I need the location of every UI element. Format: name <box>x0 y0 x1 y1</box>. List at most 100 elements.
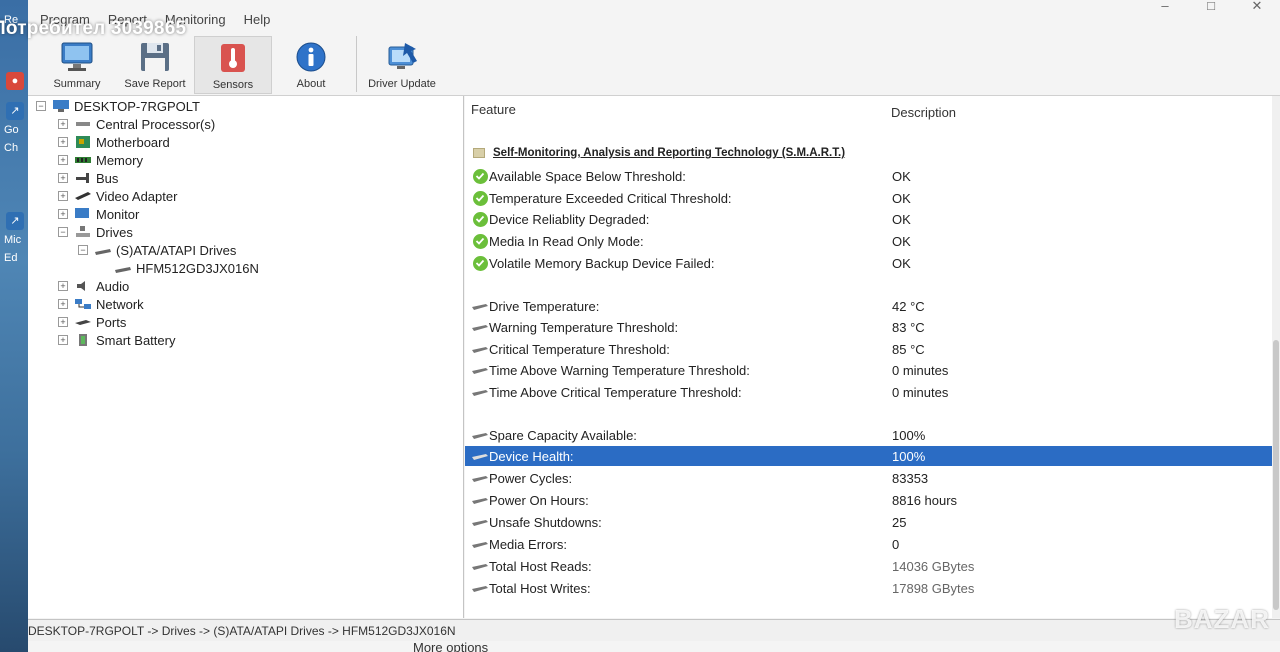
shortcut-arrow-icon[interactable]: ↗ <box>6 102 24 120</box>
tree-item-ports[interactable]: + Ports <box>58 313 126 331</box>
about-button[interactable]: About <box>272 36 350 94</box>
chrome-icon[interactable]: ● <box>6 72 24 90</box>
cpu-icon <box>74 118 92 130</box>
tree-item-smart-battery[interactable]: + Smart Battery <box>58 331 175 349</box>
tree-root[interactable]: − DESKTOP-7RGPOLT <box>36 97 200 115</box>
collapse-icon[interactable]: − <box>78 245 88 255</box>
smart-row[interactable]: Spare Capacity Available: 100% <box>465 425 1273 445</box>
smart-row[interactable]: Warning Temperature Threshold: 83 °C <box>465 317 1273 337</box>
smart-row[interactable]: Total Host Writes: 17898 GBytes <box>465 578 1273 598</box>
drive-icon <box>472 519 488 526</box>
drives-icon <box>74 226 92 238</box>
smart-row-selected[interactable]: Device Health: 100% <box>465 446 1273 466</box>
feature-value: 8816 hours <box>892 492 958 508</box>
tree-item-video-adapter[interactable]: + Video Adapter <box>58 187 177 205</box>
expand-icon[interactable]: + <box>58 317 68 327</box>
expand-icon[interactable]: + <box>58 173 68 183</box>
tree-item-motherboard[interactable]: + Motherboard <box>58 133 170 151</box>
tree-item-label: Audio <box>96 278 130 294</box>
smart-row[interactable]: Total Host Reads: 14036 GBytes <box>465 556 1273 576</box>
summary-button[interactable]: Summary <box>38 36 116 94</box>
feature-value: 17898 GBytes <box>892 580 975 596</box>
smart-row[interactable]: Power On Hours: 8816 hours <box>465 490 1273 510</box>
tree-item-memory[interactable]: + Memory <box>58 151 143 169</box>
save-report-button[interactable]: Save Report <box>116 36 194 94</box>
details-scrollbar[interactable] <box>1272 96 1280 618</box>
expand-icon[interactable]: + <box>58 119 68 129</box>
feature-label: Time Above Warning Temperature Threshold… <box>489 362 750 378</box>
driver-update-label: Driver Update <box>368 78 436 90</box>
feature-label: Warning Temperature Threshold: <box>489 319 679 335</box>
driver-update-button[interactable]: Driver Update <box>363 36 441 94</box>
smart-row[interactable]: Unsafe Shutdowns: 25 <box>465 512 1273 532</box>
tree-item-drives[interactable]: − Drives <box>58 223 133 241</box>
feature-label: Total Host Reads: <box>489 558 592 574</box>
expand-icon[interactable]: + <box>58 209 68 219</box>
tree-item-label: Motherboard <box>96 134 170 150</box>
feature-value: 85 °C <box>892 341 925 357</box>
scrollbar-thumb[interactable] <box>1273 340 1279 610</box>
tree-item-bus[interactable]: + Bus <box>58 169 118 187</box>
device-tree: − DESKTOP-7RGPOLT + Central Processor(s)… <box>28 96 464 618</box>
column-header-description[interactable]: Description <box>891 105 956 120</box>
feature-label: Temperature Exceeded Critical Threshold: <box>489 190 732 206</box>
tree-item-network[interactable]: + Network <box>58 295 144 313</box>
smart-row[interactable]: Available Space Below Threshold: OK <box>465 166 1273 186</box>
tree-item-label: (S)ATA/ATAPI Drives <box>116 242 237 258</box>
toolbar: Summary Save Report Sensors About Driver… <box>38 36 441 94</box>
smart-row[interactable]: Device Reliablity Degraded: OK <box>465 209 1273 229</box>
sensors-button[interactable]: Sensors <box>194 36 272 94</box>
shortcut-arrow-icon[interactable]: ↗ <box>6 212 24 230</box>
tree-item-audio[interactable]: + Audio <box>58 277 129 295</box>
smart-row[interactable]: Drive Temperature: 42 °C <box>465 296 1273 316</box>
tree-item-monitor[interactable]: + Monitor <box>58 205 139 223</box>
smart-row[interactable]: Volatile Memory Backup Device Failed: OK <box>465 253 1273 273</box>
details-pane: Feature Description Self-Monitoring, Ana… <box>465 96 1280 618</box>
drive-icon <box>472 453 488 460</box>
tree-item-label: Monitor <box>96 206 140 222</box>
column-header-feature[interactable]: Feature <box>471 102 516 117</box>
feature-value: 25 <box>892 514 907 530</box>
tree-item-cpu[interactable]: + Central Processor(s) <box>58 115 215 133</box>
drive-icon <box>472 324 488 331</box>
smart-row[interactable]: Power Cycles: 83353 <box>465 468 1273 488</box>
drive-icon <box>472 475 488 482</box>
feature-label: Spare Capacity Available: <box>489 427 637 443</box>
smart-row[interactable]: Time Above Critical Temperature Threshol… <box>465 382 1273 402</box>
feature-value: 42 °C <box>892 298 925 314</box>
collapse-icon[interactable]: − <box>36 101 46 111</box>
smart-row[interactable]: Temperature Exceeded Critical Threshold:… <box>465 188 1273 208</box>
tree-item-sata-drives[interactable]: − (S)ATA/ATAPI Drives <box>78 241 236 259</box>
feature-label: Available Space Below Threshold: <box>489 168 686 184</box>
expand-icon[interactable]: + <box>58 155 68 165</box>
smart-row[interactable]: Media In Read Only Mode: OK <box>465 231 1273 251</box>
section-icon <box>473 148 485 158</box>
audio-icon <box>74 280 92 292</box>
smart-row[interactable]: Critical Temperature Threshold: 85 °C <box>465 339 1273 359</box>
maximize-button[interactable]: □ <box>1188 0 1234 14</box>
check-icon <box>472 233 488 249</box>
feature-value: 0 <box>892 536 900 552</box>
section-title-text: Self-Monitoring, Analysis and Reporting … <box>493 147 846 159</box>
collapse-icon[interactable]: − <box>58 227 68 237</box>
expand-icon[interactable]: + <box>58 335 68 345</box>
expand-icon[interactable]: + <box>58 191 68 201</box>
expand-icon[interactable]: + <box>58 281 68 291</box>
minimize-button[interactable]: – <box>1142 0 1188 14</box>
feature-value: 83353 <box>892 470 929 486</box>
feature-label: Total Host Writes: <box>489 580 591 596</box>
expand-icon[interactable]: + <box>58 299 68 309</box>
smart-row[interactable]: Time Above Warning Temperature Threshold… <box>465 360 1273 380</box>
feature-value: 14036 GBytes <box>892 558 975 574</box>
smart-row[interactable]: Media Errors: 0 <box>465 534 1273 554</box>
expand-icon[interactable]: + <box>58 137 68 147</box>
menu-help[interactable]: Help <box>242 12 273 32</box>
app-window: Program Report Monitoring Help – □ ✕ Sum… <box>28 0 1280 652</box>
feature-value: OK <box>892 211 911 227</box>
sensors-label: Sensors <box>212 79 254 91</box>
close-button[interactable]: ✕ <box>1234 0 1280 14</box>
tree-item-drive-hfm512[interactable]: HFM512GD3JX016N <box>114 259 259 277</box>
more-options-text[interactable]: More options <box>413 640 488 652</box>
brand-watermark: BAZAR <box>1174 604 1270 634</box>
smart-section-title: Self-Monitoring, Analysis and Reporting … <box>473 147 845 159</box>
